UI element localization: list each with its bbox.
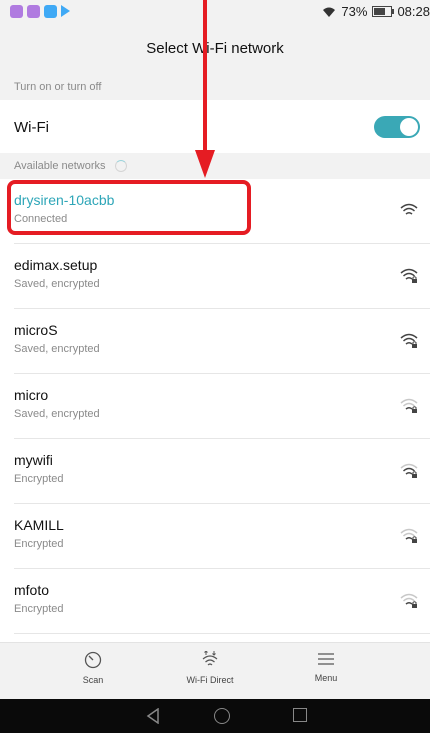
system-nav-bar [0,699,430,733]
network-row[interactable]: microS Saved, encrypted [0,309,430,374]
scan-button[interactable]: Scan [43,651,143,685]
section-header-available-label: Available networks [14,160,106,172]
wifi-signal-locked-icon [400,398,418,413]
chat-icon [44,5,57,18]
network-name: micro [14,387,49,403]
network-status: Saved, encrypted [14,408,100,420]
loading-spinner-icon [114,160,127,173]
network-row[interactable]: micro Saved, encrypted [0,374,430,439]
wifi-label: Wi-Fi [14,119,49,136]
recent-apps-icon[interactable] [293,708,307,722]
battery-icon [372,6,395,17]
network-name: edimax.setup [14,257,98,273]
wifi-signal-locked-icon [400,268,418,283]
section-header-available: Available networks [0,153,430,179]
home-icon[interactable] [214,708,230,724]
wifi-direct-label: Wi-Fi Direct [186,675,234,685]
app-icon [27,5,40,18]
section-header-toggle: Turn on or turn off [0,74,430,100]
network-status: Encrypted [14,473,64,485]
clock: 08:28 [397,4,430,19]
page-title-bar: Select Wi-Fi network [0,24,430,74]
status-bar: 73% 08:28 [0,0,430,24]
section-header-toggle-label: Turn on or turn off [14,81,102,93]
wifi-toggle-row[interactable]: Wi-Fi [0,100,430,153]
network-row[interactable]: mywifi Encrypted [0,439,430,504]
annotation-arrow-line [203,0,207,150]
toggle-knob [400,118,418,136]
gallery-icon [10,5,23,18]
wifi-signal-locked-icon [400,528,418,543]
bottom-action-bar: Scan Wi-Fi Direct Menu [0,642,430,699]
page-title: Select Wi-Fi network [146,40,284,57]
network-row[interactable]: drysiren-10acbb Connected [0,179,430,244]
back-icon[interactable] [146,708,160,724]
wifi-status-icon [323,7,336,17]
wifi-signal-icon [400,203,418,215]
network-name: drysiren-10acbb [14,192,115,208]
wifi-signal-locked-icon [400,333,418,348]
network-status: Encrypted [14,603,64,615]
wifi-direct-button[interactable]: Wi-Fi Direct [160,651,260,685]
battery-percent: 73% [341,4,368,19]
network-name: mywifi [14,452,53,468]
network-status: Saved, encrypted [14,343,100,355]
status-right: 73% 08:28 [322,4,430,19]
wifi-toggle-switch[interactable] [374,116,420,138]
scan-icon [84,651,102,669]
menu-button[interactable]: Menu [276,651,376,683]
network-row[interactable]: mfoto Encrypted [0,569,430,634]
scan-label: Scan [82,675,104,685]
network-row[interactable]: KAMILL Encrypted [0,504,430,569]
network-row[interactable]: edimax.setup Saved, encrypted [0,244,430,309]
row-divider [14,633,430,634]
wifi-direct-icon [202,651,218,666]
network-name: mfoto [14,582,50,598]
network-status: Saved, encrypted [14,278,100,290]
network-name: KAMILL [14,517,64,533]
annotation-arrow-head [195,150,215,178]
network-status: Connected [14,213,68,225]
menu-label: Menu [314,673,338,683]
network-name: microS [14,322,58,338]
wifi-signal-locked-icon [400,463,418,478]
notification-icons [10,5,70,18]
play-icon [61,5,70,17]
wifi-signal-locked-icon [400,593,418,608]
network-status: Encrypted [14,538,64,550]
menu-icon [318,653,334,665]
